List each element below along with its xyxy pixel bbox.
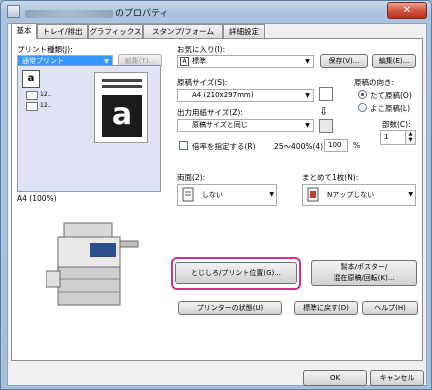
orientation-label: 原稿の向き:	[354, 78, 395, 87]
printer-status-button[interactable]: プリンターの状態(U)	[178, 301, 282, 315]
printer-icon	[319, 119, 333, 133]
copies-label: 部数(C):	[382, 120, 411, 129]
text-line	[102, 79, 142, 82]
duplex-select[interactable]: しない ▼	[177, 184, 277, 206]
arrow-down-icon: ⇩	[319, 105, 329, 118]
spinner-arrows-icon[interactable]: ▲ ▼	[405, 131, 415, 144]
nup-select[interactable]: Nアップしない ▼	[302, 184, 416, 206]
ok-button[interactable]: OK	[303, 370, 367, 386]
scale-checkbox-label: 倍率を指定する(R)	[192, 142, 256, 151]
window-title: のプロパティ	[25, 6, 168, 19]
cancel-button[interactable]: キャンセル	[370, 370, 424, 386]
output-size-label: 出力用紙サイズ(Z):	[177, 108, 243, 117]
favorites-select[interactable]: A 標準 ▼	[177, 55, 314, 68]
favorites-label: お気に入り(I):	[177, 45, 226, 54]
printer-name-redacted	[25, 9, 113, 18]
favorites-save-button[interactable]: 保存(V)...	[320, 54, 368, 68]
text-line	[102, 85, 142, 88]
paper-size-label: 原稿サイズ(S):	[177, 78, 228, 87]
scale-checkbox[interactable]	[179, 141, 188, 150]
page-mini-icon	[26, 102, 38, 111]
tab-stamp-form[interactable]: スタンプ/フォーム	[143, 24, 223, 38]
scale-input[interactable]: 100	[324, 139, 348, 152]
chevron-down-icon: ▼	[305, 92, 310, 99]
chevron-down-icon: ▼	[305, 122, 310, 129]
preview-caption: A4 (100%)	[17, 194, 57, 203]
tab-basic[interactable]: 基本	[11, 23, 37, 39]
booklet-poster-button[interactable]: 製本/ポスター/混在原稿/回転(K)...	[311, 260, 417, 286]
favorites-edit-button[interactable]: 編集(E)...	[372, 54, 416, 68]
binding-position-button[interactable]: とじしろ/プリント位置(G)...	[175, 262, 297, 284]
scale-range-label: 25〜400%(4):	[274, 142, 326, 151]
preview-paper: a	[94, 72, 148, 143]
nup-icon	[307, 187, 319, 202]
properties-window: のプロパティ ✕ 基本 トレイ/排出 グラフィックス スタンプ/フォーム 詳細設…	[0, 0, 432, 390]
print-type-label: プリント種類(J):	[17, 45, 73, 54]
basic-panel: プリント種類(J): 通常プリント ▼ 編集(T)... a 12.. 12.. …	[11, 38, 423, 361]
output-size-select[interactable]: 原稿サイズと同じ ▼	[177, 119, 314, 132]
stack-icon: a	[22, 70, 40, 88]
copies-spinner[interactable]: 1 ▲ ▼	[380, 130, 416, 145]
tab-advanced[interactable]: 詳細設定	[223, 24, 265, 38]
title-bar: のプロパティ ✕	[1, 1, 431, 23]
favorites-icon: A	[180, 57, 189, 66]
close-button[interactable]: ✕	[387, 2, 427, 19]
portrait-label: たて原稿(O)	[370, 91, 412, 100]
printer-illustration	[46, 222, 139, 306]
printer-app-icon	[7, 5, 20, 18]
paper-size-icon	[319, 87, 333, 101]
chevron-down-icon: ▼	[269, 191, 274, 198]
paper-size-select[interactable]: A4 (210x297mm) ▼	[177, 89, 314, 102]
help-button[interactable]: ヘルプ(H)	[362, 301, 418, 315]
dialog-client: 基本 トレイ/排出 グラフィックス スタンプ/フォーム 詳細設定 プリント種類(…	[7, 23, 427, 386]
mini-label-2: 12..	[40, 102, 52, 109]
preview-glyph: a	[102, 95, 142, 137]
nup-label: まとめて1枚(N):	[302, 173, 359, 182]
landscape-radio[interactable]	[358, 103, 367, 112]
tab-tray-output[interactable]: トレイ/排出	[37, 24, 88, 38]
restore-defaults-button[interactable]: 標準に戻す(D)	[294, 301, 358, 315]
page-preview: a 12.. 12.. a	[17, 65, 161, 192]
chevron-down-icon: ▼	[305, 58, 310, 65]
chevron-down-icon: ▼	[408, 191, 413, 198]
portrait-radio[interactable]	[358, 90, 367, 99]
tab-graphics[interactable]: グラフィックス	[88, 24, 143, 38]
scale-unit: %	[353, 141, 361, 150]
duplex-icon	[182, 187, 194, 202]
page-mini-icon	[26, 91, 38, 100]
mini-label-1: 12..	[40, 91, 52, 98]
duplex-label: 両面(2):	[177, 173, 206, 182]
landscape-label: よこ原稿(L)	[370, 104, 411, 113]
